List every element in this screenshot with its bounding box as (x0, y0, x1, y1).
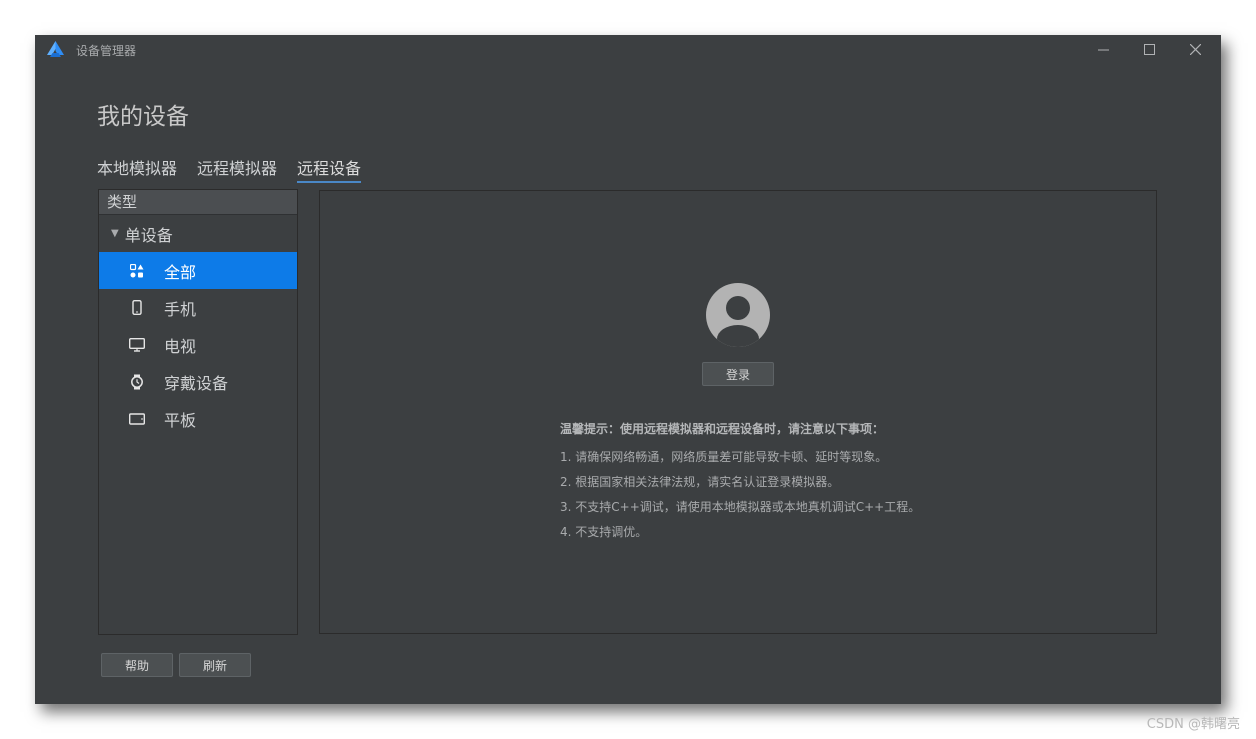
sidebar-item-label: 全部 (164, 262, 197, 282)
tip-item: 1. 请确保网络畅通，网络质量差可能导致卡顿、延时等现象。 (560, 450, 888, 464)
window-title: 设备管理器 (76, 44, 137, 58)
page-title: 我的设备 (97, 104, 189, 130)
sidebar-item-phone[interactable]: 手机 (99, 289, 297, 326)
device-tabs: 本地模拟器 远程模拟器 远程设备 (97, 155, 362, 183)
close-button[interactable] (1175, 37, 1215, 61)
watch-icon (129, 374, 145, 390)
all-devices-icon (129, 263, 145, 279)
sidebar-item-tv[interactable]: 电视 (99, 326, 297, 363)
sidebar-item-label: 平板 (164, 410, 197, 430)
group-single-device[interactable]: ▼ 单设备 (99, 215, 297, 252)
user-avatar-icon (706, 283, 770, 347)
tablet-icon (129, 411, 145, 427)
close-icon (1189, 43, 1201, 55)
app-logo-icon (47, 41, 64, 57)
watermark: CSDN @韩曙亮 (1146, 717, 1240, 732)
help-button[interactable]: 帮助 (101, 653, 173, 677)
caret-down-icon[interactable]: ▼ (111, 228, 119, 239)
title-bar[interactable]: 设备管理器 (35, 35, 1221, 63)
sidebar-item-label: 手机 (164, 299, 197, 319)
minimize-button[interactable] (1083, 37, 1123, 61)
tv-icon (129, 337, 145, 353)
tips-section: 温馨提示：使用远程模拟器和远程设备时，请注意以下事项： 1. 请确保网络畅通，网… (560, 420, 920, 550)
device-manager-window: 设备管理器 我的设备 本地模拟器 远程模拟器 远程设备 类型 ▼ 单设备 全部 … (35, 35, 1221, 704)
maximize-button[interactable] (1129, 37, 1169, 61)
device-type-panel: 类型 ▼ 单设备 全部 手机 电视 穿戴设备 平板 (98, 189, 298, 635)
type-column-header: 类型 (99, 190, 297, 215)
tips-title: 温馨提示：使用远程模拟器和远程设备时，请注意以下事项： (560, 422, 885, 436)
sidebar-item-all[interactable]: 全部 (99, 252, 297, 289)
sidebar-item-tablet[interactable]: 平板 (99, 400, 297, 437)
refresh-button[interactable]: 刷新 (179, 653, 251, 677)
sidebar-item-wearable[interactable]: 穿戴设备 (99, 363, 297, 400)
tip-item: 4. 不支持调优。 (560, 525, 648, 539)
tip-item: 2. 根据国家相关法律法规，请实名认证登录模拟器。 (560, 475, 840, 489)
sidebar-item-label: 电视 (164, 336, 197, 356)
sidebar-item-label: 穿戴设备 (164, 373, 229, 393)
tab-remote-device[interactable]: 远程设备 (297, 155, 362, 183)
tip-item: 3. 不支持C++调试，请使用本地模拟器或本地真机调试C++工程。 (560, 500, 921, 514)
group-label: 单设备 (124, 225, 173, 245)
minimize-icon (1097, 49, 1109, 50)
phone-icon (129, 300, 145, 316)
tab-local-emulator[interactable]: 本地模拟器 (97, 155, 177, 183)
maximize-icon (1143, 43, 1155, 55)
remote-device-panel: 登录 温馨提示：使用远程模拟器和远程设备时，请注意以下事项： 1. 请确保网络畅… (319, 190, 1157, 634)
tab-remote-emulator[interactable]: 远程模拟器 (197, 155, 277, 183)
login-button[interactable]: 登录 (702, 362, 774, 386)
